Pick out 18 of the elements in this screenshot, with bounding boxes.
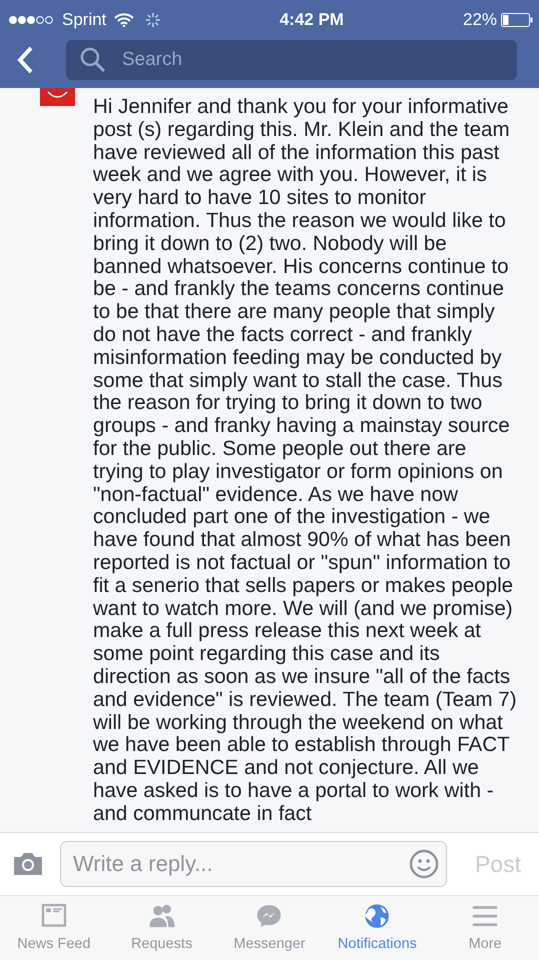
search-icon [80, 47, 106, 73]
battery-icon [501, 13, 534, 27]
back-icon[interactable] [16, 46, 34, 74]
search-field[interactable]: Search [66, 40, 517, 80]
tab-button[interactable]: Messenger [216, 896, 324, 960]
battery-percent: 22% [462, 9, 498, 32]
spinner-icon [146, 13, 160, 27]
clock-time: 4:42 PM [280, 9, 344, 32]
tab-button[interactable]: News Feed [0, 896, 108, 960]
carrier-name: Sprint [62, 9, 106, 32]
comment-text: Hi Jennifer and thank you for your informative post (s) regarding this. Mr. Klein and the team have reviewed all of the information this past week and we agree with you. However, it is very hard to have 10 sites to monitor information. Thus the reason we would like to bring it down to (2) two. Nobody will be banned whatsoever. His concerns continue to be - and frankly the teams concerns continue to be that there are many people that simply do not have the facts correct - and frankly misinformation feeding may be conducted by some that simply want to stall the case. Thus the reason for trying to bring it down to two groups - and franky having a mainstay source for the public. Some people out there are trying to play investigator or form opinions on "non-factual" evidence. As we have now concluded part one of the investigation - we have found that almost 90% of what has been reported is not factual or "spun" information to fit a senerio that sells papers or makes people want to watch more. We will (and we promise) make a full press release this next week at some point regarding this case and its direction as soon as we insure "all of the facts and evidence" is reviewed. The team (Team 7) will be working through the weekend on what we have been able to establish through FACT and EVIDENCE and not conjecture. All we have asked is to have a portal to work with - and communcate in fact [93, 96, 518, 827]
tab-button[interactable]: More [431, 896, 539, 960]
wifi-icon [114, 13, 134, 27]
reply-field[interactable]: Write a reply... [60, 841, 447, 887]
smiley-icon[interactable] [408, 849, 439, 879]
tab-button[interactable]: Requests [108, 896, 216, 960]
tab-button[interactable]: Notifications [323, 896, 432, 960]
camera-icon[interactable] [12, 852, 44, 876]
